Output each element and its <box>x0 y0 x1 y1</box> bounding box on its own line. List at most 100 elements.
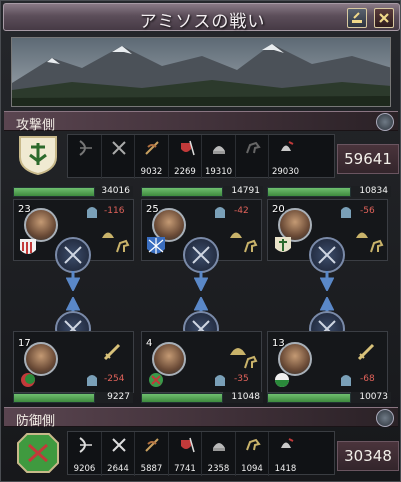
unit-count: 1418 <box>274 464 297 474</box>
engagement-center-top[interactable] <box>183 237 219 273</box>
attacker-unit-heavy-cavalry[interactable]: 29030 <box>269 135 303 179</box>
attacker-unit-archer[interactable] <box>68 135 102 179</box>
battle-landscape-image <box>11 37 391 107</box>
defender-unit-light-infantry[interactable]: 2358 <box>202 432 236 476</box>
light-infantry-icon <box>213 146 225 154</box>
tombstone-icon <box>215 207 225 218</box>
casualty-delta: -68 <box>360 374 375 384</box>
defender-flank-center-panel[interactable]: 4 -35 <box>141 331 262 393</box>
attacker-emblem[interactable] <box>17 135 59 176</box>
crossed-flag-icon <box>149 373 163 387</box>
close-icon <box>379 13 389 23</box>
unit-count: 7741 <box>174 464 196 474</box>
defender-flank-right-panel[interactable]: 13 -68 <box>267 331 388 393</box>
flag-icon <box>275 237 291 252</box>
attacker-flank-right-strength: 10834 <box>351 186 391 197</box>
split-flag-icon <box>275 373 289 387</box>
attacker-unit-heavy-infantry[interactable] <box>102 135 135 179</box>
defender-units-row: 9206 2644 5887 7741 2358 1094 1418 <box>67 431 335 476</box>
unit-count: 9032 <box>140 167 163 177</box>
horse-icon <box>370 239 384 253</box>
defender-flank-left-panel[interactable]: 17 -254 <box>13 331 134 393</box>
tombstone-icon <box>215 375 225 386</box>
attacker-flank-left-bar <box>13 187 95 197</box>
attacker-units-row: 9032 2269 19310 29030 <box>67 134 335 179</box>
unit-count: 2358 <box>207 464 230 474</box>
title-bar: アミソスの戦い <box>3 3 400 32</box>
horse-icon <box>244 239 258 253</box>
commander-level: 20 <box>272 204 285 215</box>
unit-count: 19310 <box>204 167 233 177</box>
light-cavalry-icon <box>145 438 159 452</box>
tombstone-icon <box>87 375 97 386</box>
unit-count: 2644 <box>107 464 129 474</box>
defender-info-button[interactable] <box>376 409 394 427</box>
crossed-swords-icon <box>318 246 336 264</box>
attacker-unit-pikeman[interactable]: 2269 <box>169 135 202 179</box>
crescent-flag-icon <box>21 373 35 387</box>
unit-count: 1094 <box>241 464 263 474</box>
defender-label: 防御側 <box>16 414 56 429</box>
sword-icon <box>357 343 375 361</box>
unit-count: 2269 <box>174 167 196 177</box>
defender-flank-left-strength: 9227 <box>95 392 133 403</box>
engagement-left-top[interactable] <box>55 237 91 273</box>
attacker-unit-light-cavalry[interactable]: 9032 <box>135 135 169 179</box>
casualty-delta: -42 <box>234 206 249 216</box>
defender-flank-center-bar <box>141 393 223 403</box>
commander-portrait[interactable] <box>152 342 186 376</box>
attacker-unit-light-infantry[interactable]: 19310 <box>202 135 236 179</box>
heavy-cavalry-icon <box>281 438 294 448</box>
casualty-delta: -254 <box>104 374 125 384</box>
close-button[interactable] <box>374 8 394 28</box>
casualty-delta: -116 <box>104 206 125 216</box>
flag-icon <box>20 239 36 254</box>
window-title: アミソスの戦い <box>139 12 266 32</box>
arrow-down-icon <box>320 271 334 291</box>
crossed-swords-icon <box>192 246 210 264</box>
defender-unit-heavy-infantry[interactable]: 2644 <box>102 432 135 476</box>
defender-emblem[interactable] <box>17 433 59 473</box>
tombstone-icon <box>341 375 351 386</box>
attacker-label: 攻撃側 <box>16 118 56 133</box>
defender-unit-horse-archer[interactable]: 1094 <box>236 432 269 476</box>
arrow-down-icon <box>194 271 208 291</box>
horse-icon <box>116 239 130 253</box>
defender-unit-pikeman[interactable]: 7741 <box>169 432 202 476</box>
minimize-button[interactable] <box>347 8 367 28</box>
light-cavalry-icon <box>145 141 159 155</box>
heavy-infantry-icon <box>111 141 126 155</box>
heavy-cavalry-icon <box>281 141 294 151</box>
commander-level: 25 <box>146 204 159 215</box>
casualty-delta: -56 <box>360 206 375 216</box>
horse-archer-icon <box>245 141 261 154</box>
pikeman-icon <box>180 140 195 156</box>
tombstone-icon <box>341 207 351 218</box>
unit-count: 9206 <box>73 464 96 474</box>
attacker-info-button[interactable] <box>376 113 394 131</box>
defender-section-header: 防御側 <box>4 407 398 429</box>
defender-total: 30348 <box>337 441 399 471</box>
defender-flank-right-strength: 10073 <box>351 392 391 403</box>
battle-window: アミソスの戦い 攻撃側 9032 2269 19310 29030 59641 … <box>0 0 401 482</box>
commander-level: 4 <box>146 338 153 349</box>
attacker-section-header: 攻撃側 <box>4 111 398 133</box>
minimize-icon <box>352 12 362 23</box>
pikeman-icon <box>180 437 195 453</box>
defender-unit-archer[interactable]: 9206 <box>68 432 102 476</box>
attacker-unit-horse-archer[interactable] <box>236 135 269 179</box>
attacker-flank-right-bar <box>267 187 351 197</box>
attacker-flank-center-strength: 14791 <box>223 186 263 197</box>
archer-icon <box>79 437 92 453</box>
defender-flank-center-strength: 11048 <box>223 392 263 403</box>
crossed-swords-icon <box>64 246 82 264</box>
defender-unit-light-cavalry[interactable]: 5887 <box>135 432 169 476</box>
commander-level: 23 <box>18 204 31 215</box>
engagement-right-top[interactable] <box>309 237 345 273</box>
defender-flank-left-bar <box>13 393 95 403</box>
defender-unit-heavy-cavalry[interactable]: 1418 <box>269 432 303 476</box>
archer-icon <box>79 140 92 156</box>
unit-count: 5887 <box>140 464 163 474</box>
horse-archer-icon <box>245 438 261 451</box>
commander-level: 13 <box>272 338 285 349</box>
